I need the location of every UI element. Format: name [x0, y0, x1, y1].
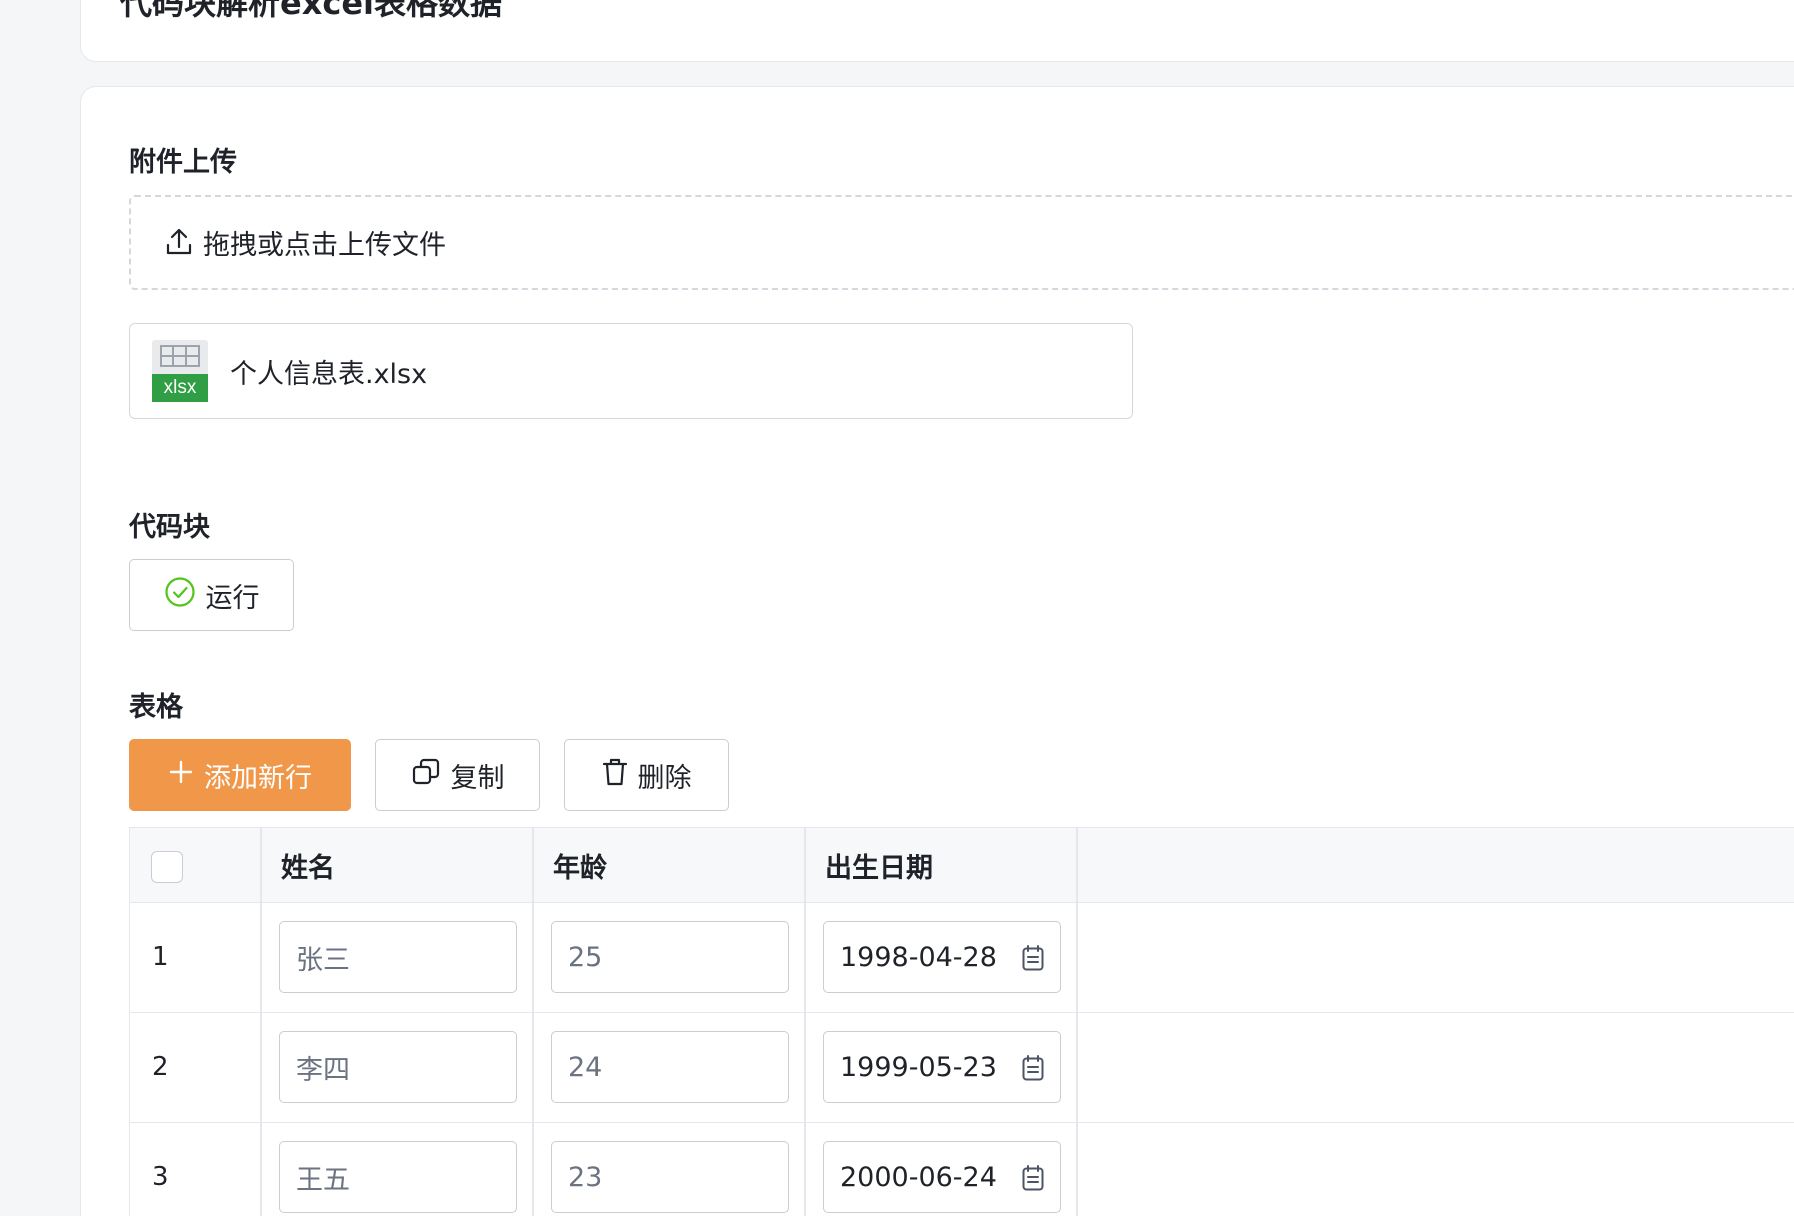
- birthdate-picker[interactable]: 1999-05-23: [823, 1031, 1061, 1103]
- table-row: 2 李四 24 1999-05-23: [130, 1013, 1794, 1123]
- upload-dropzone[interactable]: 拖拽或点击上传文件: [129, 195, 1794, 290]
- birthdate-value: 1998-04-28: [840, 941, 997, 973]
- name-value: 王五: [296, 1164, 350, 1196]
- age-input[interactable]: 24: [551, 1031, 789, 1103]
- birthdate-value: 1999-05-23: [840, 1051, 997, 1083]
- upload-icon: [165, 226, 193, 260]
- name-input[interactable]: 王五: [279, 1141, 517, 1213]
- code-section-title: 代码块: [129, 512, 210, 543]
- column-header-name: 姓名: [281, 853, 335, 884]
- data-table: 姓名 年龄 出生日期 1 张三 25 1998-04-28 2 李四 24 19…: [129, 827, 1794, 1216]
- name-input[interactable]: 张三: [279, 921, 517, 993]
- copy-icon: [411, 757, 441, 794]
- birthdate-picker[interactable]: 1998-04-28: [823, 921, 1061, 993]
- calendar-icon: [1022, 1165, 1044, 1198]
- trash-icon: [602, 757, 628, 794]
- copy-button[interactable]: 复制: [375, 739, 540, 811]
- run-button[interactable]: 运行: [129, 559, 294, 631]
- age-input[interactable]: 23: [551, 1141, 789, 1213]
- plus-icon: [168, 759, 194, 792]
- uploaded-file-item[interactable]: xlsx 个人信息表.xlsx: [129, 323, 1133, 419]
- page-title: 代码块解析excel表格数据: [120, 0, 502, 22]
- calendar-icon: [1022, 1055, 1044, 1088]
- calendar-icon: [1022, 945, 1044, 978]
- age-value: 25: [568, 941, 603, 973]
- table-section-title: 表格: [129, 692, 183, 723]
- birthdate-value: 2000-06-24: [840, 1161, 997, 1193]
- birthdate-picker[interactable]: 2000-06-24: [823, 1141, 1061, 1213]
- name-value: 张三: [296, 944, 350, 976]
- select-all-checkbox[interactable]: [151, 851, 183, 883]
- file-name: 个人信息表.xlsx: [230, 358, 428, 390]
- run-button-label: 运行: [205, 582, 260, 614]
- delete-button[interactable]: 删除: [564, 739, 729, 811]
- age-value: 23: [568, 1161, 603, 1193]
- column-header-age: 年龄: [553, 853, 607, 884]
- upload-section-title: 附件上传: [129, 147, 237, 178]
- check-circle-icon: [164, 576, 196, 615]
- table-row: 3 王五 23 2000-06-24: [130, 1123, 1794, 1216]
- table-header: 姓名 年龄 出生日期: [130, 828, 1794, 903]
- add-row-label: 添加新行: [204, 762, 312, 794]
- upload-dropzone-text: 拖拽或点击上传文件: [203, 230, 446, 261]
- name-input[interactable]: 李四: [279, 1031, 517, 1103]
- age-value: 24: [568, 1051, 603, 1083]
- row-index: 1: [152, 942, 169, 972]
- row-index: 2: [152, 1052, 169, 1082]
- add-row-button[interactable]: 添加新行: [129, 739, 351, 811]
- age-input[interactable]: 25: [551, 921, 789, 993]
- xlsx-file-icon: xlsx: [152, 340, 208, 402]
- table-row: 1 张三 25 1998-04-28: [130, 903, 1794, 1013]
- copy-label: 复制: [450, 762, 505, 794]
- xlsx-badge: xlsx: [152, 374, 208, 402]
- name-value: 李四: [296, 1054, 350, 1086]
- column-header-birthdate: 出生日期: [825, 853, 933, 884]
- delete-label: 删除: [637, 762, 692, 794]
- row-index: 3: [152, 1162, 169, 1192]
